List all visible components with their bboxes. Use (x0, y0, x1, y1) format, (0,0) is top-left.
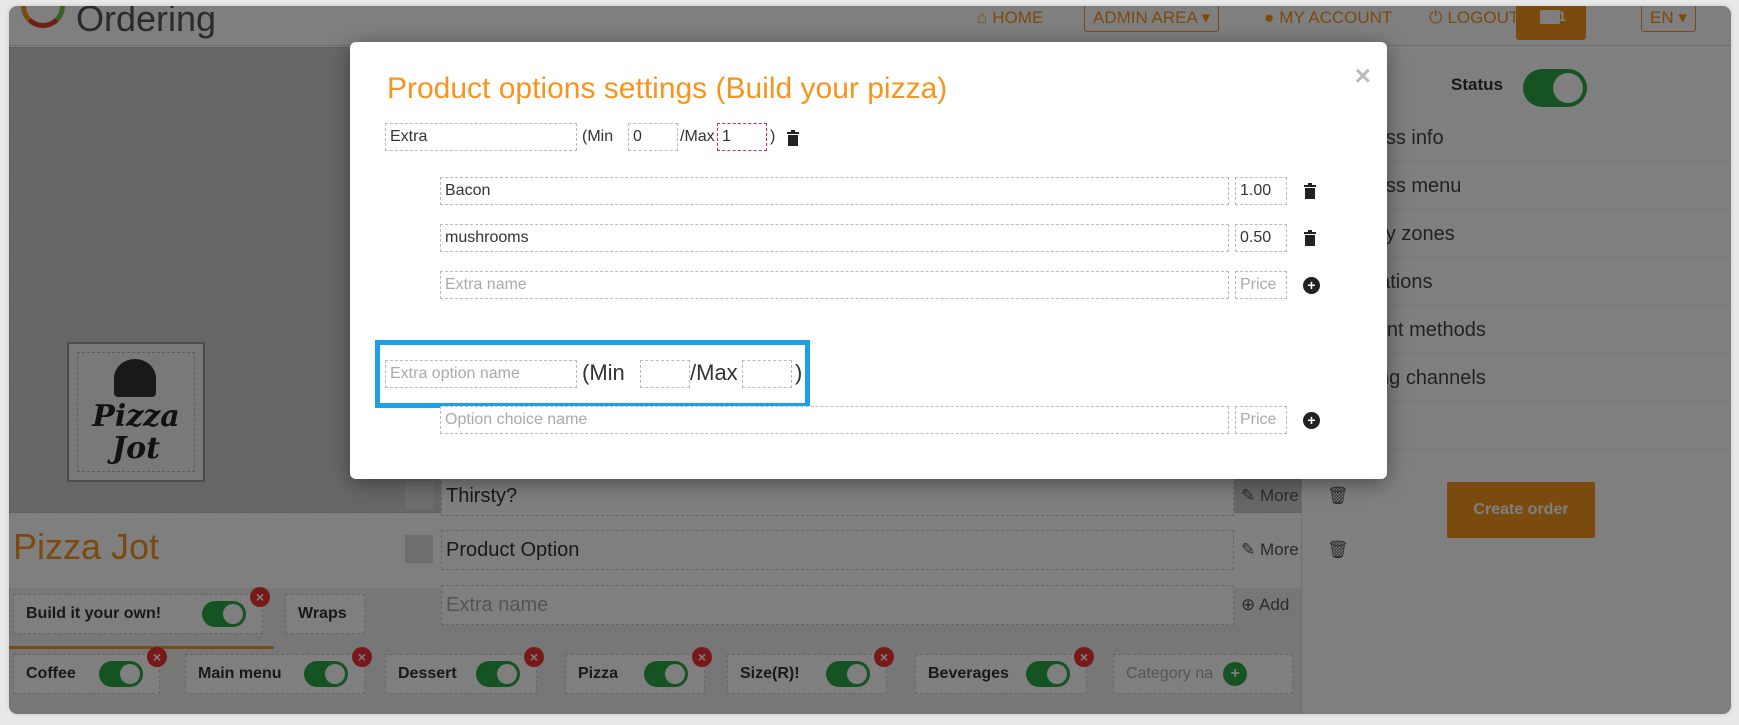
choice-name-field[interactable]: Bacon (440, 177, 1229, 205)
choice-name-field[interactable]: mushrooms (440, 224, 1229, 252)
new-option-name-field[interactable]: Extra option name (385, 360, 577, 388)
option-group-name-field[interactable]: Extra (385, 123, 577, 151)
close-icon[interactable]: × (1355, 60, 1371, 92)
choice-price-field[interactable]: 1.00 (1235, 177, 1287, 205)
min-field[interactable]: 0 (628, 123, 678, 151)
max-label: /Max (680, 128, 715, 145)
new-choice-name-field[interactable]: Extra name (440, 271, 1229, 299)
add-choice-icon[interactable]: + (1303, 277, 1320, 294)
new-choice-price-field[interactable]: Price (1235, 271, 1287, 299)
new-option-min-label: (Min (582, 360, 625, 385)
modal-title: Product options settings (Build your piz… (387, 72, 948, 105)
new-option-close-paren: ) (795, 360, 803, 385)
app-window: Ordering ⌂HOME ADMIN AREA ▾ ●MY ACCOUNT … (9, 6, 1731, 714)
new-option-choice-price-field[interactable]: Price (1235, 406, 1287, 434)
trash-icon[interactable] (1303, 230, 1317, 246)
min-label: (Min (582, 128, 614, 145)
max-field[interactable]: 1 (717, 123, 767, 151)
delete-option-group-icon[interactable] (786, 130, 800, 146)
new-option-max-label: /Max (690, 360, 738, 385)
product-options-modal: Product options settings (Build your piz… (350, 42, 1387, 479)
new-option-min-field[interactable] (640, 360, 690, 388)
choice-price-field[interactable]: 0.50 (1235, 224, 1287, 252)
add-option-choice-icon[interactable]: + (1303, 412, 1320, 429)
new-option-choice-name-field[interactable]: Option choice name (440, 406, 1229, 434)
new-option-max-field[interactable] (742, 360, 792, 388)
trash-icon[interactable] (1303, 183, 1317, 199)
close-paren: ) (770, 128, 776, 145)
